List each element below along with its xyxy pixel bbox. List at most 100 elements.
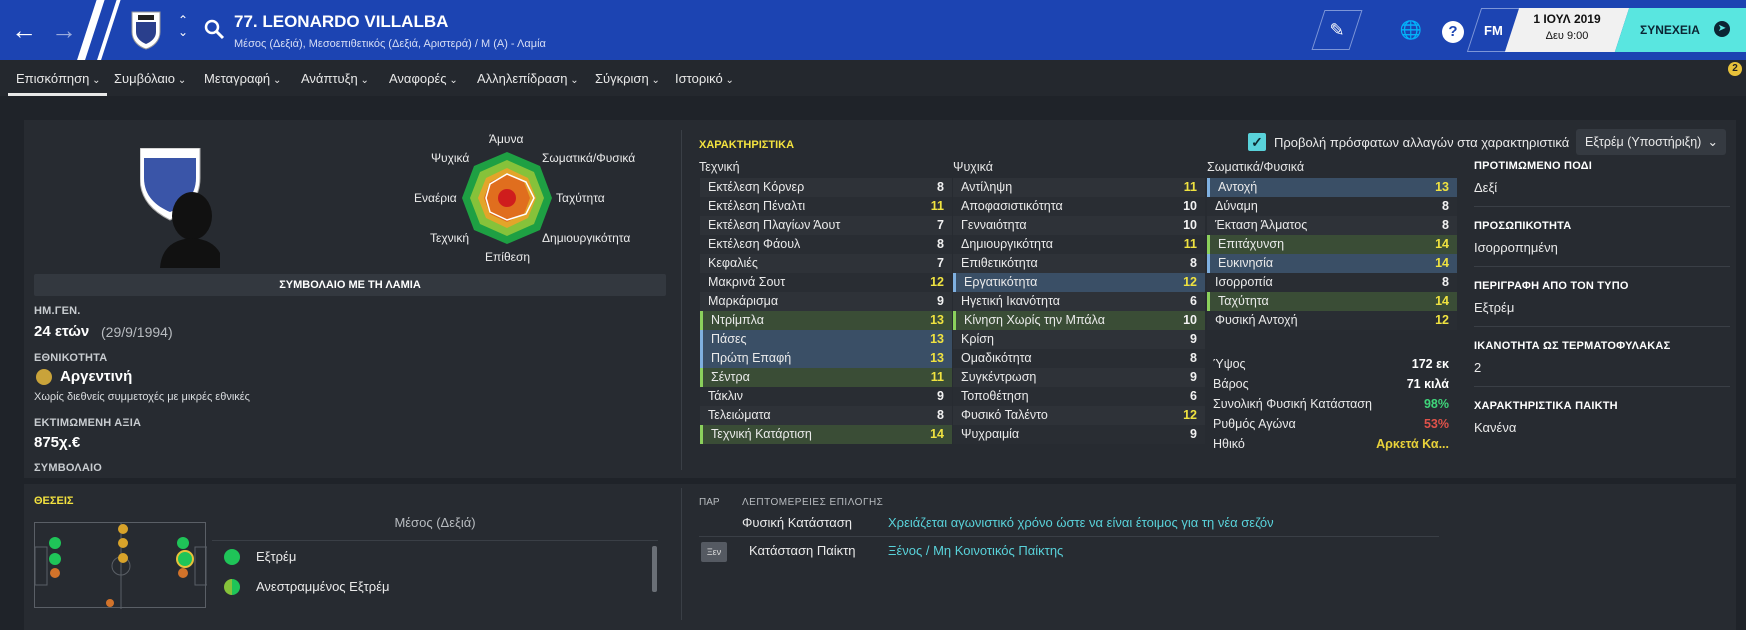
attribute-value: 8 [1442, 199, 1449, 213]
notification-badge[interactable]: 2 [1728, 62, 1742, 76]
attribute-row[interactable]: Ισορροπία 8 [1207, 273, 1457, 292]
tab-overview[interactable]: Επισκόπηση [16, 71, 101, 86]
role-item[interactable]: Ανεστραμμένος Εξτρέμ [256, 579, 390, 594]
current-time: Δευ 9:00 [1545, 30, 1589, 42]
attribute-row[interactable]: Αποφασιστικότητα 10 [953, 197, 1205, 216]
attribute-row[interactable]: Αντοχή 13 [1207, 178, 1457, 197]
back-button[interactable]: ← [6, 12, 42, 48]
attribute-row[interactable]: Εκτέλεση Πλαγίων Άουτ 7 [700, 216, 952, 235]
attribute-row[interactable]: Εκτέλεση Κόρνερ 8 [700, 178, 952, 197]
info-label: ΠΡΟΤΙΜΩΜΕΝΟ ΠΟΔΙ [1474, 160, 1593, 172]
mental-header: Ψυχικά [953, 160, 993, 174]
attribute-name: Δύναμη [1215, 199, 1258, 213]
player-silhouette [139, 147, 224, 268]
info-label: ΙΚΑΝΟΤΗΤΑ ΩΣ ΤΕΡΜΑΤΟΦΥΛΑΚΑΣ [1474, 340, 1671, 352]
info-label: ΠΡΟΣΩΠΙΚΟΤΗΤΑ [1474, 220, 1572, 232]
forward-button[interactable]: → [46, 12, 82, 48]
attribute-row[interactable]: Φυσικό Ταλέντο 12 [953, 406, 1205, 425]
selection-value[interactable]: Χρειάζεται αγωνιστικό χρόνο ώστε να είνα… [888, 515, 1274, 530]
attribute-name: Επιθετικότητα [961, 256, 1038, 270]
attribute-name: Ηγετική Ικανότητα [961, 294, 1060, 308]
role-select[interactable]: Εξτρέμ (Υποστήριξη) ⌄ [1576, 129, 1726, 155]
attribute-value: 7 [937, 218, 944, 232]
info-label: ΧΑΡΑΚΤΗΡΙΣΤΙΚΑ ΠΑΙΚΤΗ [1474, 400, 1618, 412]
top-header: ← → ⌃ ⌄ 77. LEONARDO VILLALBA Μέσος (Δεξι… [0, 0, 1746, 60]
attribute-row[interactable]: Γενναιότητα 10 [953, 216, 1205, 235]
attribute-row[interactable]: Κρίση 9 [953, 330, 1205, 349]
attribute-name: Σέντρα [711, 370, 750, 384]
info-value: 172 εκ [1411, 357, 1449, 371]
attribute-row[interactable]: Σέντρα 11 [700, 368, 952, 387]
tab-comparison[interactable]: Σύγκριση [595, 71, 660, 86]
current-date: 1 ΙΟΥΛ 2019 [1533, 12, 1601, 26]
attribute-row[interactable]: Συγκέντρωση 9 [953, 368, 1205, 387]
attribute-name: Μαρκάρισμα [708, 294, 779, 308]
attribute-row[interactable]: Ταχύτητα 14 [1207, 292, 1457, 311]
player-switch-arrows[interactable]: ⌃ ⌄ [178, 14, 188, 38]
attribute-value: 12 [930, 275, 944, 289]
attribute-row[interactable]: Πρώτη Επαφή 13 [700, 349, 952, 368]
attribute-row[interactable]: Επιθετικότητα 8 [953, 254, 1205, 273]
attribute-name: Τεχνική Κατάρτιση [711, 427, 812, 441]
tab-history[interactable]: Ιστορικό [675, 71, 734, 86]
attribute-row[interactable]: Μαρκάρισμα 9 [700, 292, 952, 311]
attribute-row[interactable]: Φυσική Αντοχή 12 [1207, 311, 1457, 330]
tab-contract[interactable]: Συμβόλαιο [114, 71, 186, 86]
info-name: Ηθικό [1213, 437, 1245, 451]
attribute-row[interactable]: Ηγετική Ικανότητα 6 [953, 292, 1205, 311]
tab-interaction[interactable]: Αλληλεπίδραση [477, 71, 579, 86]
attributes-title: ΧΑΡΑΚΤΗΡΙΣΤΙΚΑ [699, 139, 795, 151]
help-icon[interactable]: ? [1436, 13, 1470, 47]
attribute-row[interactable]: Ντρίμπλα 13 [700, 311, 952, 330]
attribute-row[interactable]: Εκτέλεση Πέναλτι 11 [700, 197, 952, 216]
search-icon[interactable] [203, 18, 225, 40]
attribute-row[interactable]: Μακρινά Σουτ 12 [700, 273, 952, 292]
role-item[interactable]: Εξτρέμ [256, 549, 296, 564]
show-changes-checkbox[interactable]: ✓ [1248, 133, 1266, 151]
attribute-name: Πάσες [711, 332, 747, 346]
info-value: 53% [1423, 417, 1449, 431]
positions-title: ΘΕΣΕΙΣ [34, 495, 74, 507]
attribute-row[interactable]: Ομαδικότητα 8 [953, 349, 1205, 368]
tab-reports[interactable]: Αναφορές [389, 71, 458, 86]
attribute-name: Εκτέλεση Κόρνερ [708, 180, 805, 194]
dob-label: ΗΜ.ΓΕΝ. [34, 305, 81, 317]
attribute-row[interactable]: Ευκινησία 14 [1207, 254, 1457, 273]
attribute-row[interactable]: Εκτέλεση Φάουλ 8 [700, 235, 952, 254]
radar-label-mental: Ψυχικά [431, 151, 470, 165]
physical-info-row: Ηθικό Αρκετά Κα... [1207, 435, 1457, 454]
attribute-value: 14 [1435, 256, 1449, 270]
attribute-row[interactable]: Αντίληψη 11 [953, 178, 1205, 197]
attribute-value: 12 [1183, 275, 1197, 289]
attribute-row[interactable]: Τάκλιν 9 [700, 387, 952, 406]
attribute-row[interactable]: Κίνηση Χωρίς την Μπάλα 10 [953, 311, 1205, 330]
attribute-row[interactable]: Δημιουργικότητα 11 [953, 235, 1205, 254]
attribute-row[interactable]: Δύναμη 8 [1207, 197, 1457, 216]
attribute-row[interactable]: Τελειώματα 8 [700, 406, 952, 425]
attribute-row[interactable]: Ψυχραιμία 9 [953, 425, 1205, 444]
radar-label-physical: Σωματικά/Φυσικά [542, 151, 636, 165]
attribute-row[interactable]: Επιτάχυνση 14 [1207, 235, 1457, 254]
attribute-value: 7 [937, 256, 944, 270]
attribute-name: Ψυχραιμία [961, 427, 1020, 441]
nationality-value[interactable]: Αργεντινή [60, 368, 132, 385]
attribute-row[interactable]: Τοποθέτηση 6 [953, 387, 1205, 406]
tab-transfer[interactable]: Μεταγραφή [204, 71, 281, 86]
attribute-row[interactable]: Πάσες 13 [700, 330, 952, 349]
scrollbar[interactable] [652, 546, 657, 592]
attribute-row[interactable]: Κεφαλιές 7 [700, 254, 952, 273]
attribute-name: Κρίση [961, 332, 994, 346]
attribute-name: Ομαδικότητα [961, 351, 1032, 365]
attribute-row[interactable]: Τεχνική Κατάρτιση 14 [700, 425, 952, 444]
fm-label: FM [1484, 23, 1503, 38]
attribute-name: Ταχύτητα [1218, 294, 1269, 308]
selection-value[interactable]: Ξένος / Μη Κοινοτικός Παίκτης [888, 543, 1063, 558]
tab-development[interactable]: Ανάπτυξη [301, 71, 369, 86]
attribute-row[interactable]: Έκταση Άλματος 8 [1207, 216, 1457, 235]
radar-label-aerial: Εναέρια [414, 191, 457, 205]
attribute-row[interactable]: Εργατικότητα 12 [953, 273, 1205, 292]
globe-icon[interactable]: 🌐 [1394, 13, 1428, 47]
info-label: ΠΕΡΙΓΡΑΦΗ ΑΠΟ ΤΟΝ ΤΥΠΟ [1474, 280, 1629, 292]
physical-info-row: Ρυθμός Αγώνα 53% [1207, 415, 1457, 434]
role-rating-icon [224, 579, 240, 595]
